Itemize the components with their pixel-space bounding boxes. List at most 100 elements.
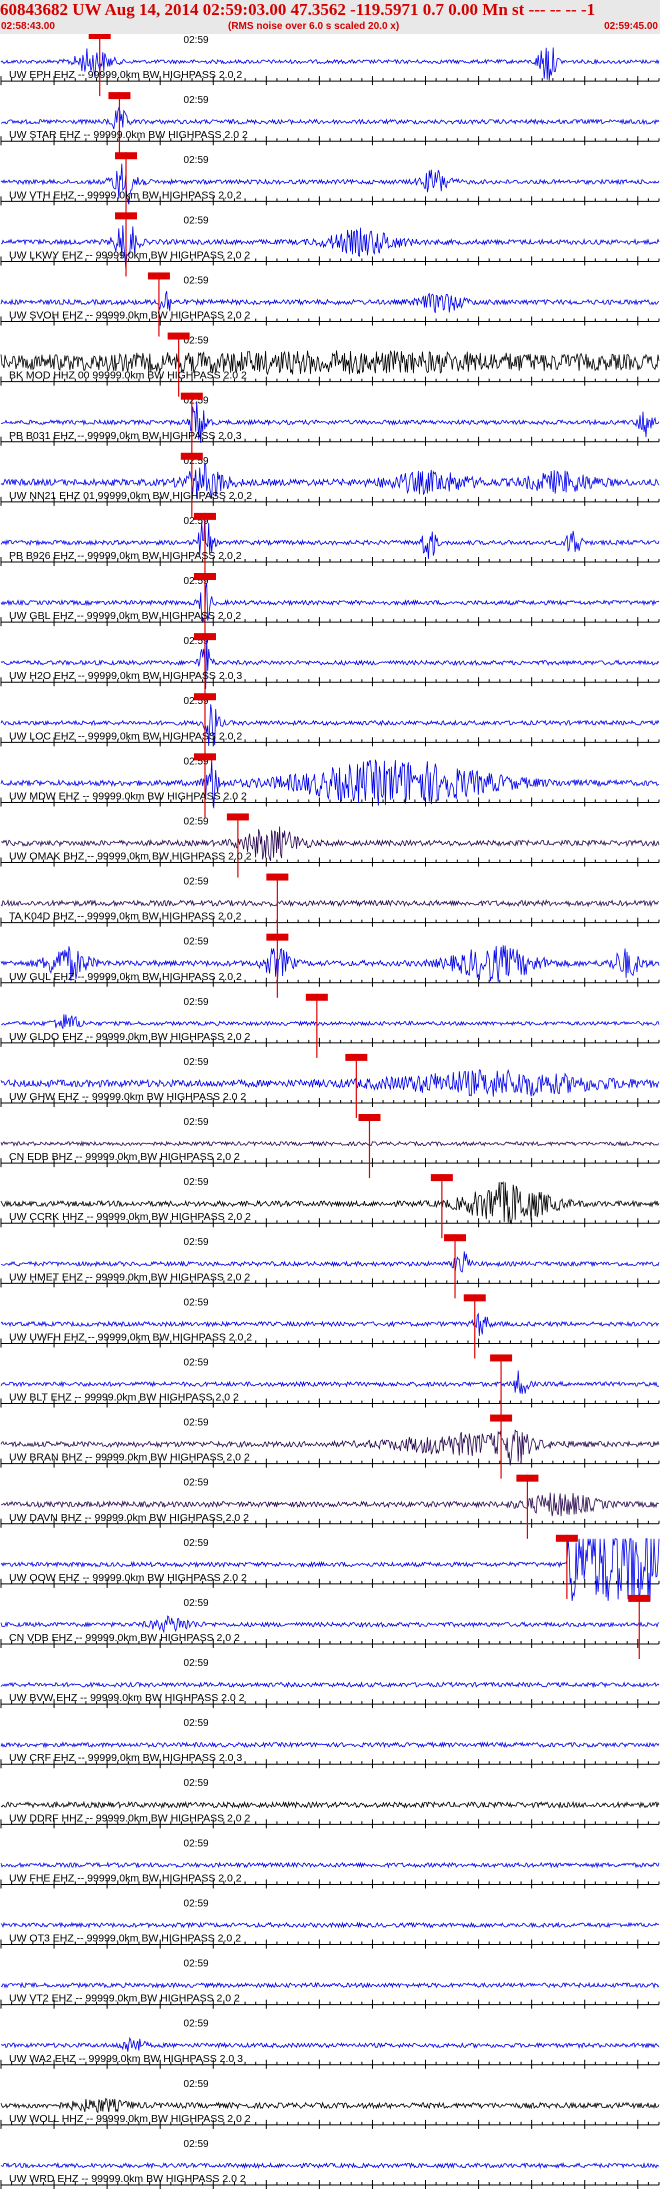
seismogram-svg: 02:59 UW EPH EHZ -- 99999.0km BW HIGHPASS… bbox=[0, 32, 660, 2189]
trace-label: UW CCRK HHZ -- 99999.0km BW HIGHPASS 2.0… bbox=[9, 1211, 251, 1223]
trace-label: CN EDB BHZ -- 99999.0km BW HIGHPASS 2.0 … bbox=[9, 1151, 240, 1163]
waveform-trace bbox=[0, 1251, 660, 1273]
trace-label: UW MDW EHZ -- 99999.0km BW HIGHPASS 2.0 … bbox=[9, 790, 247, 802]
trace-label: UW DAVN BHZ -- 99999.0km BW HIGHPASS 2.0… bbox=[9, 1512, 249, 1524]
minute-label: 02:59 bbox=[184, 2139, 209, 2150]
pick-marker bbox=[193, 633, 216, 641]
minute-label: 02:59 bbox=[184, 155, 209, 166]
pick-marker bbox=[88, 32, 111, 39]
pick-marker bbox=[444, 1234, 467, 1242]
trace-label: UW VTH EHZ -- 99999.0km BW HIGHPASS 2.0 … bbox=[9, 189, 242, 201]
trace-label: UW GLDO EHZ -- 99999.0km BW HIGHPASS 2.0… bbox=[9, 1031, 251, 1043]
pick-marker bbox=[516, 1474, 539, 1482]
minute-label: 02:59 bbox=[184, 1297, 209, 1308]
pick-marker bbox=[305, 993, 328, 1001]
trace-label: UW NN21 EHZ 01 99999.0km BW HIGHPASS 2.0… bbox=[9, 490, 252, 502]
trace-label: UW BRAN BHZ -- 99999.0km BW HIGHPASS 2.0… bbox=[9, 1452, 250, 1464]
minute-label: 02:59 bbox=[184, 95, 209, 106]
waveform-trace bbox=[0, 106, 660, 130]
pick-marker bbox=[193, 512, 216, 520]
trace-label: UW HMET EHZ -- 99999.0km BW HIGHPASS 2.0… bbox=[9, 1271, 250, 1283]
minute-label: 02:59 bbox=[184, 1177, 209, 1188]
minute-label: 02:59 bbox=[184, 1838, 209, 1849]
trace-label: UW OMAK BHZ -- 99999.0km BW HIGHPASS 2.0… bbox=[9, 851, 252, 863]
pick-marker bbox=[628, 1594, 651, 1602]
event-title: 60843682 UW Aug 14, 2014 02:59:03.00 47.… bbox=[0, 0, 596, 19]
trace-label: UW EPH EHZ -- 99999.0km BW HIGHPASS 2.0 … bbox=[9, 69, 242, 81]
trace-label: UW H2O EHZ -- 99999.0km BW HIGHPASS 2.0 … bbox=[9, 670, 242, 682]
pick-marker bbox=[490, 1414, 513, 1422]
pick-marker bbox=[115, 152, 138, 160]
trace-label: UW CRF EHZ -- 99999.0km BW HIGHPASS 2.0 … bbox=[9, 1752, 242, 1764]
minute-label: 02:59 bbox=[184, 1237, 209, 1248]
minute-label: 02:59 bbox=[184, 1538, 209, 1549]
waveform-trace bbox=[0, 1681, 660, 1689]
waveform-trace bbox=[0, 1741, 660, 1749]
trace-label: PB B031 EHZ -- 99999.0km BW HIGHPASS 2.0… bbox=[9, 430, 242, 442]
trace-label: UW WA2 EHZ -- 99999.0km BW HIGHPASS 2.0 … bbox=[9, 2053, 243, 2065]
trace-label: UW OOW EHZ -- 99999.0km BW HIGHPASS 2.0 … bbox=[9, 1572, 247, 1584]
minute-label: 02:59 bbox=[184, 2019, 209, 2030]
minute-label: 02:59 bbox=[184, 1478, 209, 1489]
trace-label: UW WOLL HHZ -- 99999.0km BW HIGHPASS 2.0… bbox=[9, 2113, 251, 2125]
trace-label: UW LOC EHZ -- 99999.0km BW HIGHPASS 2.0 … bbox=[9, 730, 242, 742]
trace-label: UW BVW EHZ -- 99999.0km BW HIGHPASS 2.0 … bbox=[9, 1692, 245, 1704]
pick-marker bbox=[180, 392, 203, 400]
minute-label: 02:59 bbox=[184, 1117, 209, 1128]
waveform-trace bbox=[0, 1140, 660, 1147]
pick-marker bbox=[490, 1354, 513, 1362]
pick-marker bbox=[167, 332, 190, 340]
waveform-trace bbox=[0, 2036, 660, 2052]
header-bar: 60843682 UW Aug 14, 2014 02:59:03.00 47.… bbox=[0, 0, 660, 34]
trace-label: UW GHW EHZ -- 99999.0km BW HIGHPASS 2.0 … bbox=[9, 1091, 246, 1103]
pick-marker bbox=[555, 1534, 578, 1542]
minute-label: 02:59 bbox=[184, 1898, 209, 1909]
trace-label: UW GBL EHZ -- 99999.0km BW HIGHPASS 2.0 … bbox=[9, 610, 241, 622]
pick-marker bbox=[180, 452, 203, 460]
minute-label: 02:59 bbox=[184, 1718, 209, 1729]
waveform-trace bbox=[0, 1370, 659, 1394]
waveform-trace bbox=[0, 1014, 660, 1029]
pick-marker bbox=[193, 573, 216, 580]
pick-marker bbox=[266, 873, 289, 881]
trace-label: UW GUL EHZ -- 99999.0km BW HIGHPASS 2.0 … bbox=[9, 971, 242, 983]
minute-label: 02:59 bbox=[184, 1418, 209, 1429]
minute-label: 02:59 bbox=[184, 997, 209, 1008]
trace-label: UW SVOH EHZ -- 99999.0km BW HIGHPASS 2.0… bbox=[9, 310, 251, 322]
pick-marker bbox=[193, 753, 216, 761]
minute-label: 02:59 bbox=[184, 2079, 209, 2090]
trace-label: TA K04D BHZ -- 99999.0km BW HIGHPASS 2.0… bbox=[9, 911, 242, 923]
minute-label: 02:59 bbox=[184, 35, 209, 46]
trace-label: UW LKWY EHZ -- 99999.0km BW HIGHPASS 2.0… bbox=[9, 249, 250, 261]
pick-marker bbox=[430, 1174, 453, 1182]
pick-marker bbox=[193, 693, 216, 701]
minute-label: 02:59 bbox=[184, 215, 209, 226]
waveform-trace bbox=[0, 1981, 660, 1989]
pick-marker bbox=[266, 933, 289, 941]
waveform-trace bbox=[0, 1861, 660, 1869]
waveform-trace bbox=[0, 899, 660, 908]
noise-note: (RMS noise over 6.0 s scaled 20.0 x) bbox=[228, 21, 400, 32]
trace-label: PB B926 EHZ -- 99999.0km BW HIGHPASS 2.0… bbox=[9, 550, 242, 562]
pick-marker bbox=[147, 272, 170, 280]
waveform-trace bbox=[0, 2097, 660, 2114]
seismogram-panel: 02:59 UW EPH EHZ -- 99999.0km BW HIGHPASS… bbox=[0, 32, 660, 2198]
waveform-trace bbox=[0, 225, 660, 269]
waveform-trace bbox=[0, 1538, 660, 1601]
time-end-label: 02:59:45.00 bbox=[604, 21, 658, 32]
trace-label: UW UWFH EHZ -- 99999.0km BW HIGHPASS 2.0… bbox=[9, 1331, 252, 1343]
pick-marker bbox=[226, 813, 249, 821]
trace-label: UW STAR EHZ -- 99999.0km BW HIGHPASS 2.0… bbox=[9, 129, 248, 141]
waveform-trace bbox=[0, 1615, 660, 1634]
trace-label: UW FHE EHZ -- 99999.0km BW HIGHPASS 2.0 … bbox=[9, 1872, 242, 1884]
minute-label: 02:59 bbox=[184, 1598, 209, 1609]
waveform-trace bbox=[0, 2162, 660, 2170]
minute-label: 02:59 bbox=[184, 1658, 209, 1669]
trace-label: UW OT3 EHZ -- 99999.0km BW HIGHPASS 2.0 … bbox=[9, 1933, 241, 1945]
pick-marker bbox=[345, 1053, 368, 1061]
waveform-trace bbox=[0, 1800, 660, 1809]
minute-label: 02:59 bbox=[184, 877, 209, 888]
trace-label: UW VT2 EHZ -- 99999.0km BW HIGHPASS 2.0 … bbox=[9, 1993, 240, 2005]
minute-label: 02:59 bbox=[184, 1057, 209, 1068]
minute-label: 02:59 bbox=[184, 1357, 209, 1368]
